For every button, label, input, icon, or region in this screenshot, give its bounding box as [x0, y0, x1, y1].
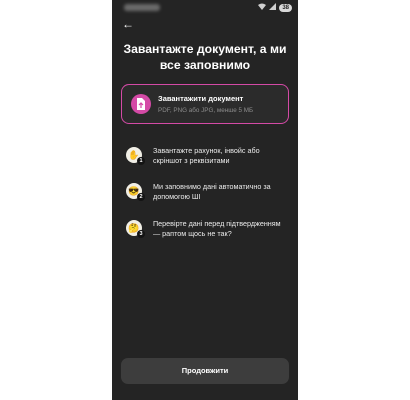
phone-screen: 38 ← Завантажте документ, а ми все запов… — [112, 0, 298, 400]
step-number-badge: 3 — [137, 230, 145, 238]
upload-document-button[interactable]: Завантажити документ PDF, PNG або JPG, м… — [121, 84, 289, 124]
upload-file-hint: PDF, PNG або JPG, менше 5 МБ — [158, 107, 254, 114]
step-text: Ми заповнимо дані автоматично за допомог… — [153, 182, 271, 201]
continue-button[interactable]: Продовжити — [121, 358, 289, 384]
step-item: 😎 2 Ми заповнимо дані автоматично за доп… — [126, 181, 286, 211]
page-title: Завантажте документ, а ми все заповнимо — [123, 42, 287, 72]
back-arrow-icon[interactable]: ← — [122, 17, 134, 31]
step-text: Завантажте рахунок, інвойс або скріншот … — [153, 146, 260, 165]
status-time-blurred — [124, 4, 160, 11]
status-bar: 38 — [112, 0, 298, 16]
upload-label: Завантажити документ — [158, 94, 244, 103]
wifi-icon — [258, 3, 267, 12]
battery-indicator: 38 — [279, 3, 292, 12]
signal-icon — [269, 3, 277, 12]
step-number-badge: 1 — [137, 157, 145, 165]
step-number-badge: 2 — [137, 193, 145, 201]
step-item: ✋ 1 Завантажте рахунок, інвойс або скрін… — [126, 145, 286, 175]
status-icons: 38 — [258, 3, 292, 12]
step-text: Перевірте дані перед підтвердженням — ра… — [153, 219, 281, 238]
step-item: 🤔 3 Перевірте дані перед підтвердженням … — [126, 218, 286, 248]
document-upload-icon — [131, 94, 151, 114]
